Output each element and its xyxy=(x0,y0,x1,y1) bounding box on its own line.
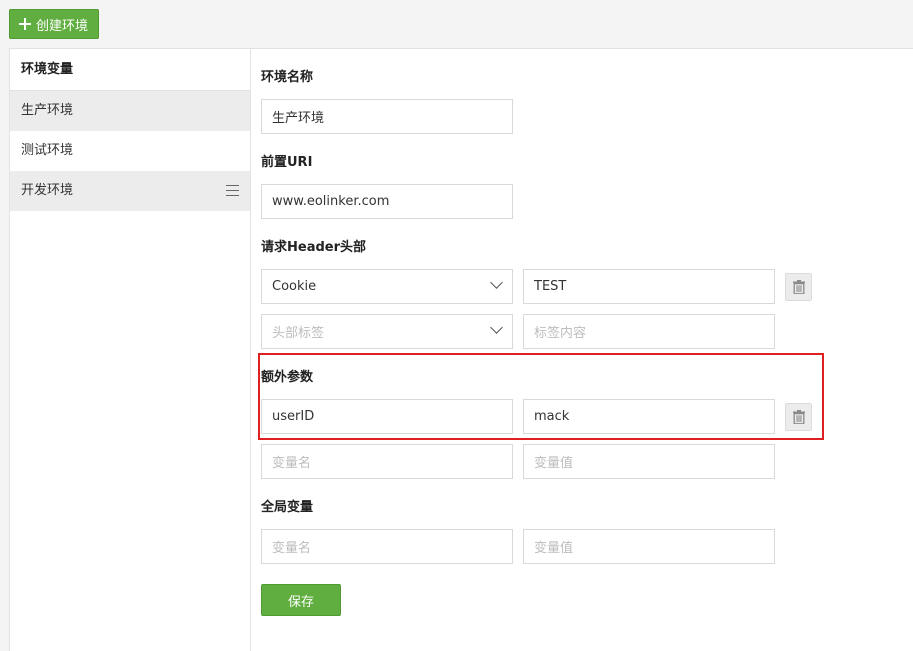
extra-param-key-value: userID xyxy=(272,409,315,424)
header-key-value: Cookie xyxy=(272,279,317,294)
new-header-key-select[interactable]: 头部标签 xyxy=(261,314,513,349)
new-global-var-key-input[interactable]: 变量名 xyxy=(261,529,513,564)
new-header-key-placeholder: 头部标签 xyxy=(272,326,325,341)
header-value-input[interactable]: TEST xyxy=(523,269,775,304)
hamburger-menu-icon[interactable] xyxy=(226,185,239,196)
new-extra-param-value-placeholder: 变量值 xyxy=(534,456,574,471)
prefix-uri-value: www.eolinker.com xyxy=(272,194,390,209)
environment-sidebar: 环境变量 生产环境 测试环境 开发环境 xyxy=(10,49,251,651)
sidebar-item-label: 开发环境 xyxy=(21,183,74,198)
new-extra-param-value-input[interactable]: 变量值 xyxy=(523,444,775,479)
sidebar-item-development[interactable]: 开发环境 xyxy=(10,171,250,211)
sidebar-item-label: 测试环境 xyxy=(21,143,74,158)
new-global-var-value-input[interactable]: 变量值 xyxy=(523,529,775,564)
env-name-value: 生产环境 xyxy=(272,111,325,126)
create-environment-button[interactable]: 创建环境 xyxy=(9,9,100,39)
create-environment-label: 创建环境 xyxy=(36,18,89,34)
sidebar-item-testing[interactable]: 测试环境 xyxy=(10,131,250,171)
new-extra-param-key-placeholder: 变量名 xyxy=(272,456,312,471)
new-header-value-input[interactable]: 标签内容 xyxy=(523,314,775,349)
header-value-text: TEST xyxy=(534,279,567,294)
extra-params-label: 额外参数 xyxy=(261,370,314,385)
new-header-value-placeholder: 标签内容 xyxy=(534,326,587,341)
extra-param-value-input[interactable]: mack xyxy=(523,399,775,434)
trash-icon xyxy=(792,280,805,294)
new-extra-param-key-input[interactable]: 变量名 xyxy=(261,444,513,479)
save-button-label: 保存 xyxy=(287,594,314,610)
headers-label: 请求Header头部 xyxy=(261,240,367,255)
chevron-down-icon xyxy=(490,276,503,289)
prefix-uri-label: 前置URI xyxy=(261,155,313,170)
header-key-select[interactable]: Cookie xyxy=(261,269,513,304)
delete-extra-param-button[interactable] xyxy=(785,403,812,431)
global-vars-label: 全局变量 xyxy=(261,500,314,515)
env-name-input[interactable]: 生产环境 xyxy=(261,99,513,134)
extra-param-value-text: mack xyxy=(534,409,570,424)
prefix-uri-input[interactable]: www.eolinker.com xyxy=(261,184,513,219)
sidebar-item-label: 生产环境 xyxy=(21,103,74,118)
trash-icon xyxy=(792,410,805,424)
save-button[interactable]: 保存 xyxy=(261,584,341,616)
plus-icon xyxy=(19,18,31,30)
sidebar-title: 环境变量 xyxy=(10,49,250,91)
chevron-down-icon xyxy=(490,321,503,334)
new-global-var-value-placeholder: 变量值 xyxy=(534,541,574,556)
sidebar-item-production[interactable]: 生产环境 xyxy=(10,91,250,131)
extra-param-key-input[interactable]: userID xyxy=(261,399,513,434)
delete-header-button[interactable] xyxy=(785,273,812,301)
toolbar: 创建环境 xyxy=(0,0,913,48)
new-global-var-key-placeholder: 变量名 xyxy=(272,541,312,556)
env-name-label: 环境名称 xyxy=(261,70,314,85)
